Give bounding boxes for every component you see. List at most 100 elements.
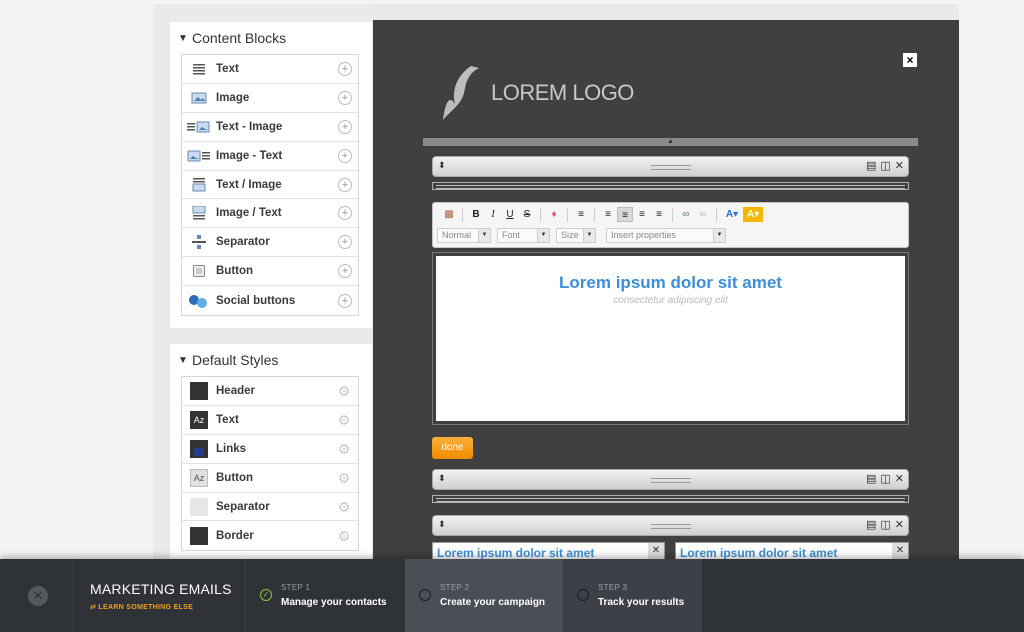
learn-label: LEARN SOMETHING ELSE xyxy=(98,604,194,611)
add-icon[interactable]: + xyxy=(338,148,352,163)
learn-something-else-link[interactable]: ⇄ LEARN SOMETHING ELSE xyxy=(90,603,193,611)
underline-icon[interactable]: U xyxy=(502,207,518,222)
content-blocks-header[interactable]: ▼ Content Blocks xyxy=(170,22,372,54)
background-color-icon[interactable]: A▾ xyxy=(743,207,763,222)
style-item-links[interactable]: Links ⚙ xyxy=(182,435,358,464)
text-canvas[interactable]: Lorem ipsum dolor sit amet consectetur a… xyxy=(436,256,905,421)
block-item-image[interactable]: Image + xyxy=(182,84,358,113)
gear-icon[interactable]: ⚙ xyxy=(337,500,351,514)
drag-grip[interactable] xyxy=(651,165,691,170)
layout-rows-icon[interactable]: ▤ xyxy=(866,472,876,485)
close-icon[interactable]: × xyxy=(903,53,917,67)
layout-columns-icon[interactable]: ◫ xyxy=(880,518,890,531)
close-icon[interactable]: ✕ xyxy=(892,543,908,559)
paste-icon[interactable]: ▩ xyxy=(441,207,457,222)
align-justify-icon[interactable]: ≡ xyxy=(651,207,667,222)
add-icon[interactable]: + xyxy=(338,264,352,279)
canvas-subtitle[interactable]: consectetur adipiscing elit xyxy=(436,295,905,306)
style-item-text[interactable]: Az Text ⚙ xyxy=(182,406,358,435)
bold-icon[interactable]: B xyxy=(468,207,484,222)
close-icon[interactable]: ✕ xyxy=(648,543,664,559)
canvas-title[interactable]: Lorem ipsum dolor sit amet xyxy=(436,273,905,293)
move-icon[interactable]: ⬍ xyxy=(438,519,446,530)
column-block-text[interactable]: Lorem ipsum dolor sit amet xyxy=(680,546,837,560)
layout-rows-icon[interactable]: ▤ xyxy=(866,159,876,172)
add-icon[interactable]: + xyxy=(338,177,352,192)
add-icon[interactable]: + xyxy=(338,293,352,308)
layout-columns-icon[interactable]: ◫ xyxy=(880,159,890,172)
strikethrough-icon[interactable]: S xyxy=(519,207,535,222)
content-blocks-list: Text + Image + Text - Image + Image - Te… xyxy=(181,54,359,317)
block-item-label: Image - Text xyxy=(216,149,283,162)
style-item-border[interactable]: Border ⚙ xyxy=(182,521,358,550)
default-styles-list: Header ⚙ Az Text ⚙ Links ⚙ Az Button ⚙ S… xyxy=(181,376,359,552)
step-3[interactable]: STEP 3 Track your results xyxy=(563,559,702,632)
column-block-text[interactable]: Lorem ipsum dolor sit amet xyxy=(437,546,594,560)
align-left-icon[interactable]: ≡ xyxy=(600,207,616,222)
separator-block[interactable] xyxy=(432,495,909,503)
block-item-button[interactable]: Button + xyxy=(182,257,358,287)
close-icon[interactable]: ✕ xyxy=(895,518,904,531)
block-handle[interactable]: ⬍ ▤ ◫ ✕ xyxy=(432,515,909,536)
block-item-social[interactable]: Social buttons + xyxy=(182,286,358,315)
step-2[interactable]: STEP 2 Create your campaign xyxy=(405,559,563,632)
logo: LOREM LOGO xyxy=(441,64,634,122)
insert-properties-select[interactable]: Insert properties ▼ xyxy=(606,228,726,243)
column-block-left[interactable]: Lorem ipsum dolor sit amet ✕ xyxy=(432,542,665,560)
align-center-icon[interactable]: ≡ xyxy=(617,207,633,222)
bullet-list-icon[interactable]: ≡ xyxy=(573,207,589,222)
layout-columns-icon[interactable]: ◫ xyxy=(880,472,890,485)
text-color-icon[interactable]: A▾ xyxy=(722,207,742,222)
block-item-image-over-text[interactable]: Image / Text + xyxy=(182,199,358,229)
step-1[interactable]: ✓ STEP 1 Manage your contacts xyxy=(245,559,405,632)
unlink-icon[interactable]: ∞ xyxy=(695,207,711,222)
default-styles-header[interactable]: ▼ Default Styles xyxy=(170,344,372,376)
separator-block[interactable] xyxy=(432,182,909,190)
style-item-label: Separator xyxy=(216,500,270,513)
block-item-separator[interactable]: Separator + xyxy=(182,228,358,258)
gear-icon[interactable]: ⚙ xyxy=(337,384,351,398)
add-icon[interactable]: + xyxy=(338,119,352,134)
chevron-down-icon: ▼ xyxy=(178,32,188,44)
block-handle[interactable]: ⬍ ▤ ◫ ✕ xyxy=(432,469,909,490)
add-icon[interactable]: + xyxy=(338,61,352,76)
chevron-down-icon: ▼ xyxy=(713,229,725,242)
done-button[interactable]: done xyxy=(432,437,473,459)
block-item-text-over-image[interactable]: Text / Image + xyxy=(182,171,358,200)
italic-icon[interactable]: I xyxy=(485,207,501,222)
close-icon[interactable]: ✕ xyxy=(895,159,904,172)
eraser-icon[interactable]: ♦ xyxy=(546,207,562,222)
logo-mark xyxy=(443,66,479,120)
drag-grip[interactable] xyxy=(651,524,691,529)
close-icon[interactable]: ✕ xyxy=(28,586,48,606)
style-item-button[interactable]: Az Button ⚙ xyxy=(182,464,358,493)
format-select-value: Normal xyxy=(442,230,472,240)
column-block-right[interactable]: Lorem ipsum dolor sit amet ✕ xyxy=(675,542,909,560)
block-item-text[interactable]: Text + xyxy=(182,55,358,84)
layout-rows-icon[interactable]: ▤ xyxy=(866,518,876,531)
align-right-icon[interactable]: ≡ xyxy=(634,207,650,222)
size-select[interactable]: Size ▼ xyxy=(556,228,596,243)
style-item-separator[interactable]: Separator ⚙ xyxy=(182,493,358,522)
style-item-header[interactable]: Header ⚙ xyxy=(182,377,358,406)
block-item-image-text[interactable]: Image - Text + xyxy=(182,142,358,171)
add-icon[interactable]: + xyxy=(338,206,352,221)
step-number: STEP 2 xyxy=(440,583,470,592)
section-divider[interactable]: ▲ xyxy=(423,138,918,146)
add-icon[interactable]: + xyxy=(338,235,352,250)
drag-grip[interactable] xyxy=(651,478,691,483)
swatch-text: Az xyxy=(190,410,208,429)
close-icon[interactable]: ✕ xyxy=(895,472,904,485)
gear-icon[interactable]: ⚙ xyxy=(337,442,351,456)
move-icon[interactable]: ⬍ xyxy=(438,473,446,484)
font-select[interactable]: Font ▼ xyxy=(497,228,550,243)
gear-icon[interactable]: ⚙ xyxy=(337,471,351,485)
gear-icon[interactable]: ⚙ xyxy=(337,529,351,543)
link-icon[interactable]: ∞ xyxy=(678,207,694,222)
add-icon[interactable]: + xyxy=(338,90,352,105)
gear-icon[interactable]: ⚙ xyxy=(337,413,351,427)
block-handle[interactable]: ⬍ ▤ ◫ ✕ xyxy=(432,156,909,177)
block-item-text-image[interactable]: Text - Image + xyxy=(182,113,358,142)
move-icon[interactable]: ⬍ xyxy=(438,160,446,171)
format-select[interactable]: Normal ▼ xyxy=(437,228,491,243)
